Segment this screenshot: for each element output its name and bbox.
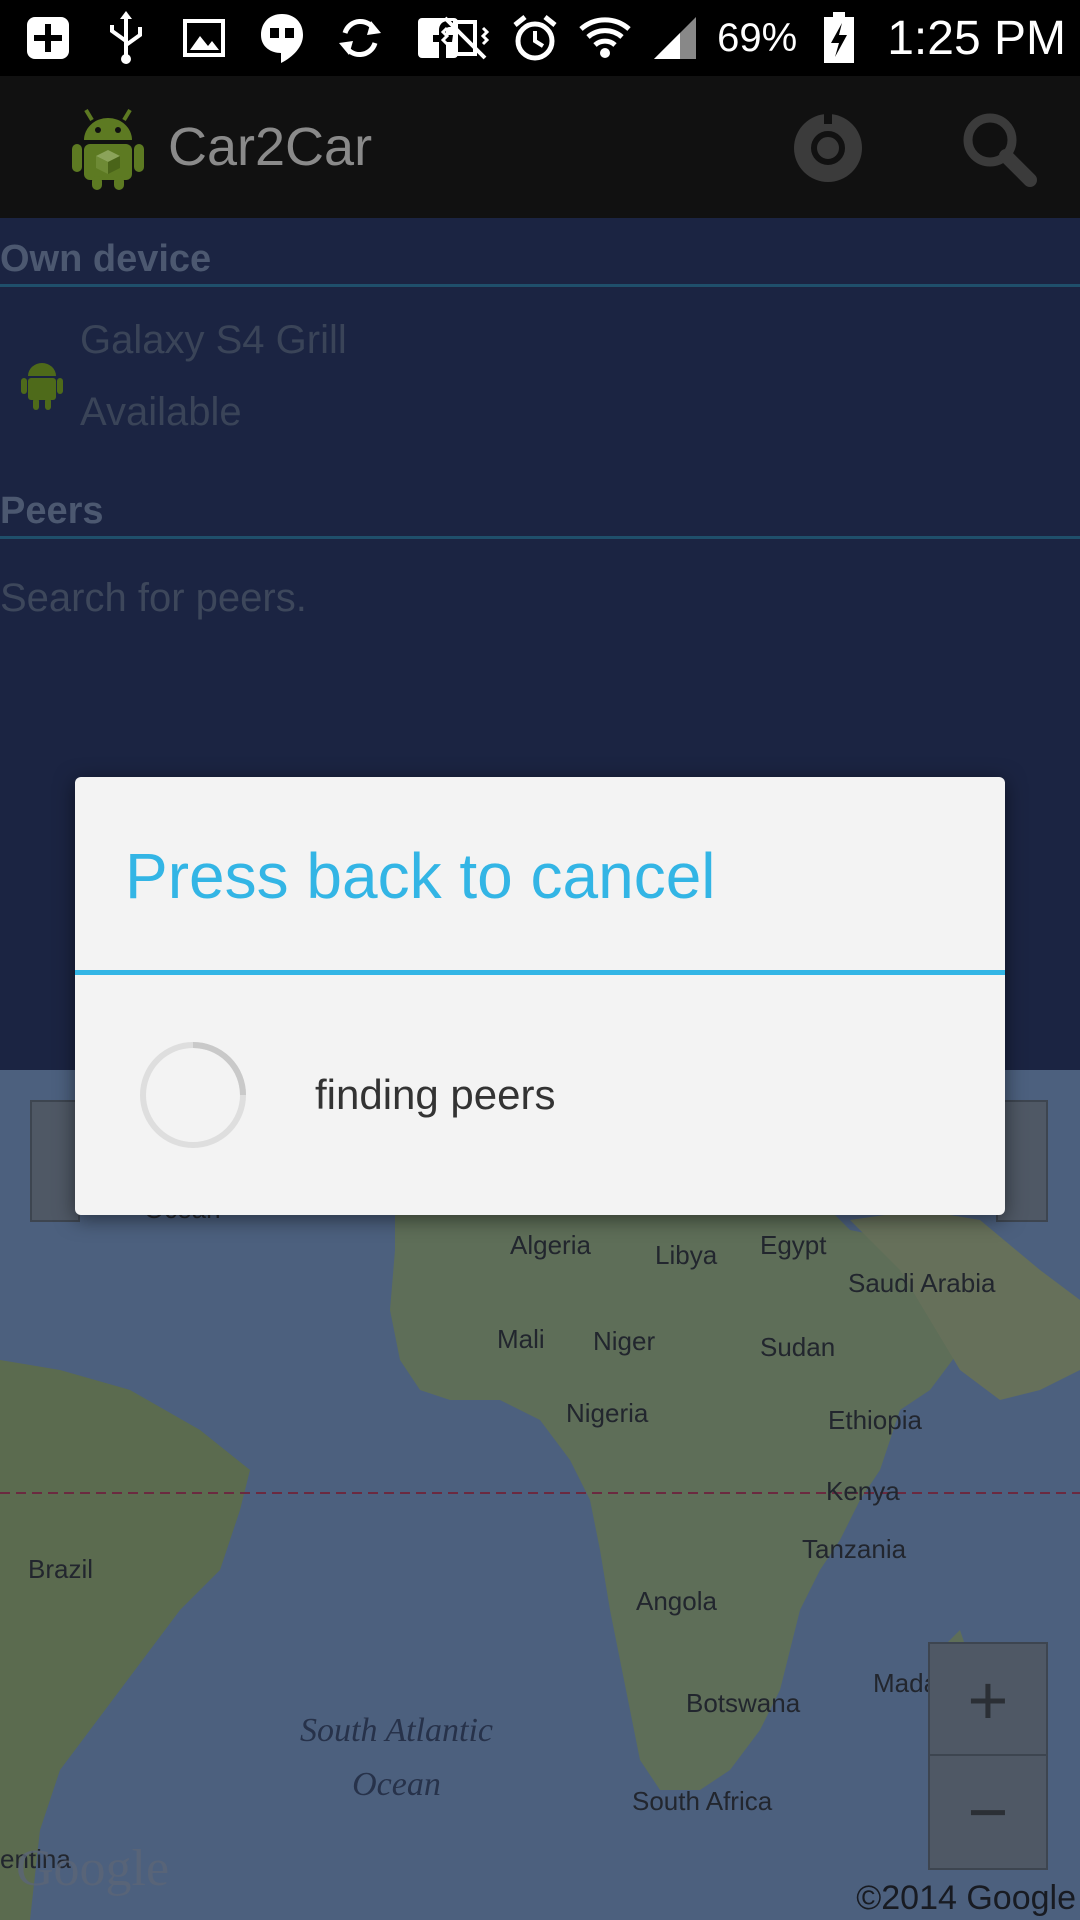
map-label: Botswana xyxy=(686,1688,801,1718)
peers-divider xyxy=(0,536,1080,539)
map-label: Niger xyxy=(593,1326,656,1356)
alarm-icon xyxy=(507,10,563,66)
map-label: Kenya xyxy=(826,1476,900,1506)
map-label: Angola xyxy=(636,1586,717,1616)
map-label: Libya xyxy=(655,1240,718,1270)
dialog-divider xyxy=(75,970,1005,975)
peers-empty-text: Search for peers. xyxy=(0,576,307,620)
zoom-in-button[interactable]: + xyxy=(928,1642,1048,1758)
map-copyright: ©2014 Google xyxy=(856,1879,1076,1917)
loading-spinner-icon xyxy=(137,1039,249,1151)
usb-icon xyxy=(98,10,154,66)
dialog-title: Press back to cancel xyxy=(125,840,716,912)
notification-icons xyxy=(20,0,466,76)
app-title: Car2Car xyxy=(168,117,373,177)
own-device-divider xyxy=(0,284,1080,287)
settings-icon[interactable] xyxy=(786,106,870,190)
map-compass-button[interactable] xyxy=(30,1100,80,1222)
wifi-icon xyxy=(577,10,633,66)
own-device-header: Own device xyxy=(0,238,212,280)
mute-vibrate-icon xyxy=(437,10,493,66)
map-label: Algeria xyxy=(510,1230,591,1260)
map-label: Saudi Arabia xyxy=(848,1268,996,1298)
hangouts-icon xyxy=(254,10,310,66)
progress-dialog: Press back to cancel finding peers xyxy=(75,777,1005,1215)
peers-header: Peers xyxy=(0,490,104,532)
dialog-message: finding peers xyxy=(315,1071,556,1118)
battery-percent: 69% xyxy=(717,15,798,60)
map-label: Brazil xyxy=(28,1554,94,1584)
google-logo: Google xyxy=(16,1840,170,1897)
android-device-icon xyxy=(20,356,64,412)
battery-charging-icon xyxy=(811,10,867,66)
map-label: Tanzania xyxy=(802,1534,907,1564)
image-icon xyxy=(176,10,232,66)
app-logo-icon[interactable] xyxy=(70,106,146,190)
map-label: Nigeria xyxy=(566,1398,649,1428)
zoom-out-button[interactable]: − xyxy=(928,1754,1048,1870)
action-bar: Car2Car xyxy=(0,76,1080,218)
add-icon xyxy=(20,10,76,66)
status-bar: 69% 1:25 PM xyxy=(0,0,1080,76)
ocean-label: South Atlantic Ocean xyxy=(300,1712,493,1803)
map-label: Sudan xyxy=(760,1332,836,1362)
map-label: Mali xyxy=(497,1324,545,1354)
clock: 1:25 PM xyxy=(887,11,1066,65)
map-label: Egypt xyxy=(760,1230,827,1260)
signal-icon xyxy=(647,10,703,66)
search-icon[interactable] xyxy=(956,106,1040,190)
map-label: South Africa xyxy=(632,1786,773,1816)
system-status-icons: 69% 1:25 PM xyxy=(437,0,1066,76)
sync-icon xyxy=(332,10,388,66)
own-device-status: Available xyxy=(80,390,242,434)
own-device-name: Galaxy S4 Grill xyxy=(80,318,347,362)
map-label: Ethiopia xyxy=(828,1405,922,1435)
